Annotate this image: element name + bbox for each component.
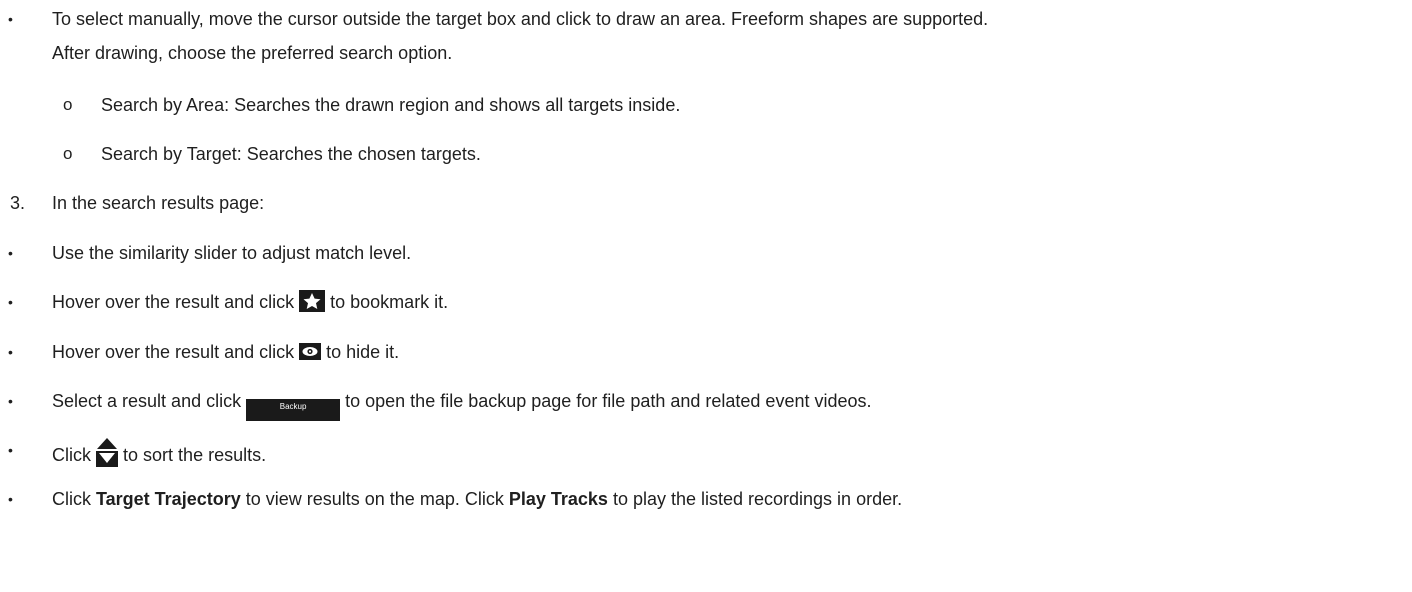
bookmark-after: to bookmark it.: [330, 292, 449, 312]
trajectory-part3: to play the listed recordings in order.: [607, 489, 903, 509]
sort-after: to sort the results.: [123, 445, 267, 465]
bookmark-text: Hover over the result and click to bookm…: [52, 289, 448, 315]
step-number: 3.: [10, 193, 26, 213]
bullet-dot: •: [8, 393, 13, 409]
sub-option-area-text: Search by Area: Searches the drawn regio…: [101, 95, 681, 115]
sort-icon: [96, 437, 119, 467]
backup-button-image: Backup: [246, 399, 341, 421]
sort-text: Click to sort the results.: [52, 437, 266, 468]
bullet-dot: •: [8, 442, 13, 458]
trajectory-part2: to view results on the map. Click: [240, 489, 509, 509]
bullet-dot: •: [8, 294, 13, 310]
play-tracks-label: Play Tracks: [508, 489, 608, 509]
sub-bullet: o: [63, 95, 73, 114]
hide-text: Hover over the result and click to hide …: [52, 339, 399, 365]
hide-after: to hide it.: [326, 342, 400, 362]
sort-before: Click: [52, 445, 91, 465]
bullet-dot: •: [8, 491, 13, 507]
manual-select-line1: To select manually, move the cursor outs…: [52, 9, 989, 29]
eye-icon: [299, 343, 322, 360]
similarity-text: Use the similarity slider to adjust matc…: [52, 243, 412, 263]
target-trajectory-label: Target Trajectory: [96, 489, 241, 509]
backup-text: Select a result and click Backup to open…: [52, 388, 872, 421]
bullet-dot: •: [8, 344, 13, 360]
bullet-dot: •: [8, 245, 13, 261]
backup-before: Select a result and click: [52, 391, 242, 411]
manual-select-line2: After drawing, choose the preferred sear…: [52, 43, 453, 63]
trajectory-part1: Click: [52, 489, 96, 509]
sub-bullet: o: [63, 144, 73, 163]
bullet-dot: •: [8, 11, 13, 27]
hide-before: Hover over the result and click: [52, 342, 295, 362]
sub-option-target-text: Search by Target: Searches the chosen ta…: [101, 144, 481, 164]
step-3-text: In the search results page:: [52, 193, 265, 213]
trajectory-text: Click Target Trajectory to view results …: [52, 486, 902, 512]
star-icon: [299, 290, 326, 312]
backup-after: to open the file backup page for file pa…: [345, 391, 872, 411]
bookmark-before: Hover over the result and click: [52, 292, 295, 312]
